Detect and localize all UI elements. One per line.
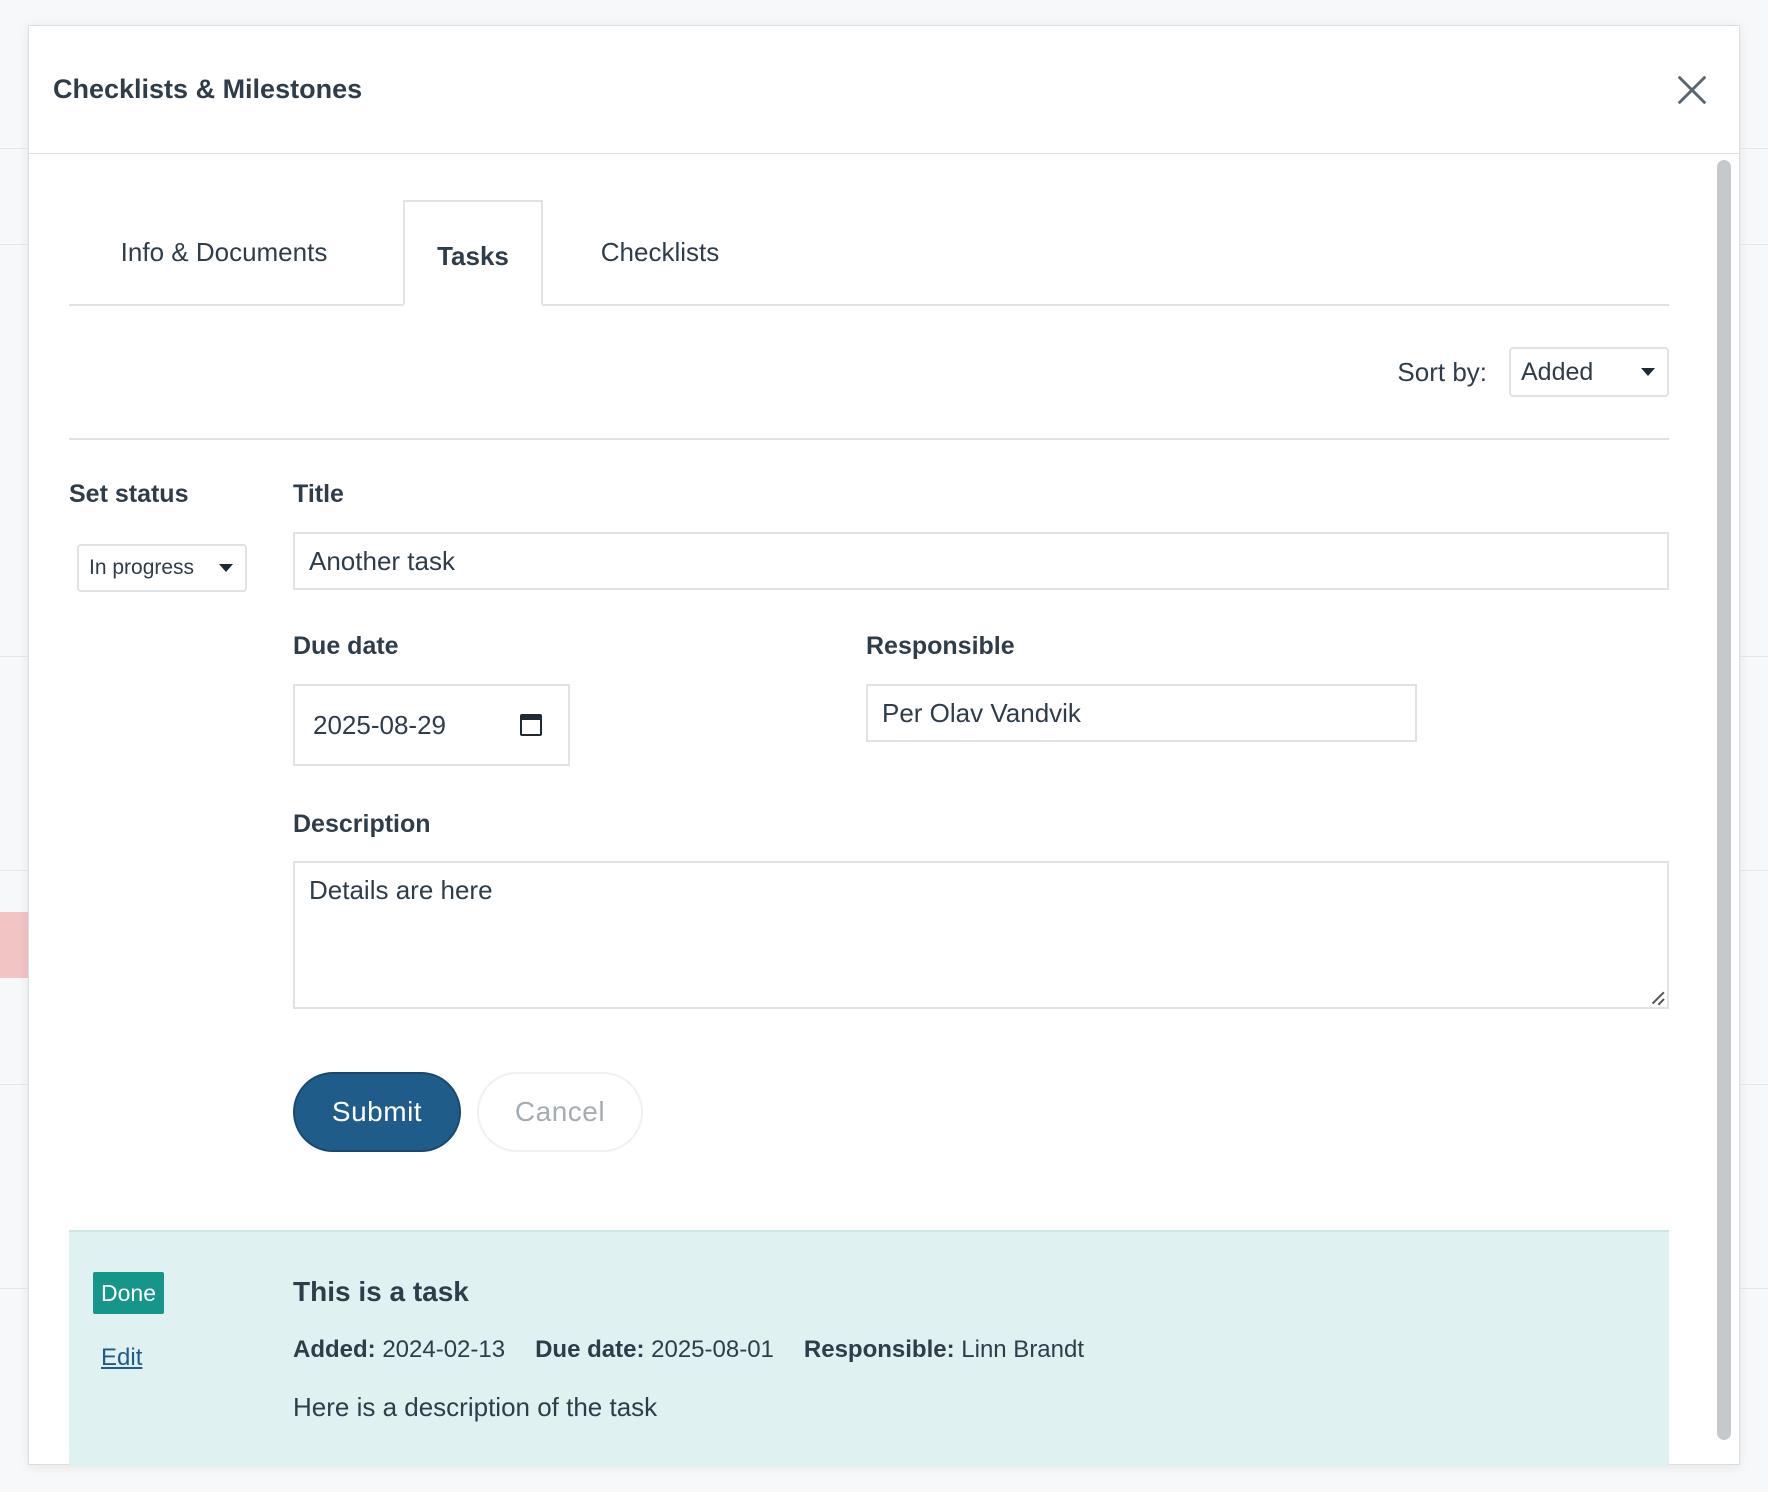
task-card: Done Edit This is a task Added: 2024-02-… <box>69 1230 1669 1466</box>
status-label: Set status <box>69 480 189 508</box>
sort-value: Added <box>1521 357 1594 386</box>
tab-info-documents[interactable]: Info & Documents <box>69 200 379 304</box>
task-responsible: Responsible: Linn Brandt <box>804 1336 1084 1364</box>
modal-header: Checklists & Milestones <box>29 26 1739 154</box>
title-input[interactable]: Another task <box>293 532 1669 590</box>
modal-body: Info & Documents Tasks Checklists Sort b… <box>69 156 1669 1466</box>
responsible-label: Responsible <box>866 632 1015 660</box>
status-value: In progress <box>89 556 195 579</box>
tab-checklists[interactable]: Checklists <box>543 200 777 304</box>
task-due-value: 2025-08-01 <box>651 1336 774 1363</box>
task-meta: Added: 2024-02-13 Due date: 2025-08-01 R… <box>293 1336 1084 1364</box>
checklists-modal: Checklists & Milestones Info & Documents… <box>28 25 1740 1466</box>
task-description: Here is a description of the task <box>293 1392 658 1422</box>
due-date-label: Due date <box>293 632 399 660</box>
task-form: Set status In progress Title Another tas… <box>69 440 1669 1220</box>
status-select[interactable]: In progress <box>77 544 247 592</box>
task-added-label: Added: <box>293 1336 376 1363</box>
description-label: Description <box>293 810 431 838</box>
resize-handle-icon[interactable] <box>1650 990 1664 1004</box>
cancel-button[interactable]: Cancel <box>477 1072 643 1152</box>
sort-label: Sort by: <box>1397 356 1487 387</box>
submit-button[interactable]: Submit <box>293 1072 461 1152</box>
due-date-input[interactable]: 2025-08-29 <box>293 684 570 766</box>
task-responsible-label: Responsible: <box>803 1336 955 1363</box>
chevron-down-icon <box>1641 368 1655 376</box>
task-added: Added: 2024-02-13 <box>293 1336 505 1364</box>
task-title: This is a task <box>293 1276 469 1307</box>
status-badge: Done <box>93 1272 164 1314</box>
background-badge <box>0 912 28 978</box>
task-due-label: Due date: <box>535 1336 645 1363</box>
calendar-icon[interactable] <box>520 714 542 736</box>
scrollbar-thumb[interactable] <box>1717 160 1731 1440</box>
chevron-down-icon <box>219 564 233 572</box>
task-added-value: 2024-02-13 <box>382 1336 506 1363</box>
responsible-input[interactable]: Per Olav Vandvik <box>866 684 1417 742</box>
sort-row: Sort by: Added <box>69 306 1669 440</box>
description-textarea[interactable]: Details are here <box>293 861 1669 1009</box>
sort-select[interactable]: Added <box>1509 347 1669 397</box>
modal-title: Checklists & Milestones <box>53 74 363 104</box>
task-responsible-value: Linn Brandt <box>961 1336 1085 1363</box>
tab-bar: Info & Documents Tasks Checklists <box>69 200 1669 306</box>
task-due: Due date: 2025-08-01 <box>535 1336 774 1364</box>
due-date-value: 2025-08-29 <box>313 709 446 740</box>
tab-tasks[interactable]: Tasks <box>403 200 543 306</box>
title-label: Title <box>293 480 344 508</box>
close-icon[interactable] <box>1675 73 1709 107</box>
edit-link[interactable]: Edit <box>101 1344 142 1372</box>
description-value: Details are here <box>309 875 493 905</box>
